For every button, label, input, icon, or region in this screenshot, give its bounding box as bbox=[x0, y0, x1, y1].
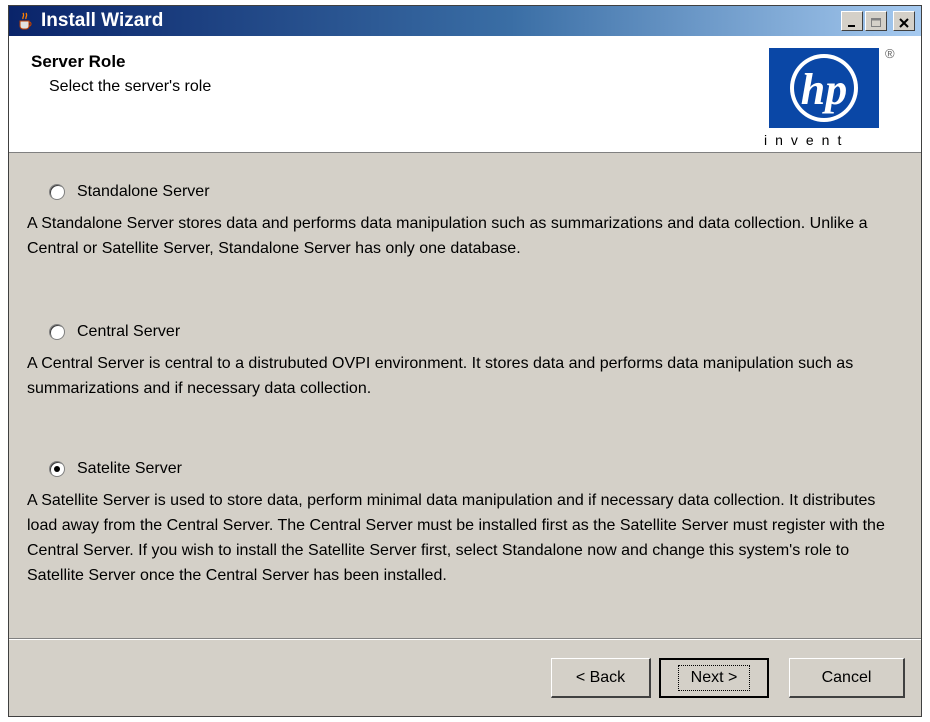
maximize-button[interactable] bbox=[865, 11, 887, 31]
footer-divider bbox=[9, 638, 921, 640]
hp-tagline: invent bbox=[764, 132, 850, 148]
install-wizard-window: Install Wizard Server Role Select the se… bbox=[8, 5, 922, 717]
close-button[interactable] bbox=[893, 11, 915, 31]
java-cup-icon bbox=[15, 11, 35, 31]
satellite-server-radio[interactable] bbox=[49, 461, 65, 477]
satellite-server-description: A Satellite Server is used to store data… bbox=[27, 492, 885, 584]
page-subtitle: Select the server's role bbox=[49, 78, 212, 95]
standalone-server-description: A Standalone Server stores data and perf… bbox=[27, 215, 868, 257]
standalone-server-option[interactable]: Standalone Server bbox=[49, 179, 210, 205]
satellite-server-option[interactable]: Satelite Server bbox=[49, 456, 182, 482]
title-bar[interactable]: Install Wizard bbox=[9, 6, 921, 36]
central-server-label: Central Server bbox=[77, 323, 181, 340]
server-role-options: Standalone Server A Standalone Server st… bbox=[9, 153, 921, 638]
hp-logo: hp bbox=[769, 48, 879, 128]
wizard-header: Server Role Select the server's role hp … bbox=[9, 36, 921, 153]
minimize-icon bbox=[848, 24, 855, 27]
cancel-button[interactable]: Cancel bbox=[789, 658, 905, 698]
central-server-option[interactable]: Central Server bbox=[49, 319, 180, 345]
back-button[interactable]: < Back bbox=[551, 658, 651, 698]
next-button-label: Next > bbox=[677, 665, 751, 691]
window-title: Install Wizard bbox=[41, 10, 164, 31]
registered-mark: ® bbox=[885, 46, 895, 61]
central-server-description: A Central Server is central to a distrub… bbox=[27, 355, 854, 397]
hp-logo-mark: hp bbox=[801, 65, 847, 114]
minimize-button[interactable] bbox=[841, 11, 863, 31]
maximize-icon bbox=[871, 17, 881, 27]
standalone-server-label: Standalone Server bbox=[77, 183, 210, 200]
close-icon bbox=[899, 17, 909, 28]
page-title: Server Role bbox=[31, 52, 126, 71]
hp-logo-icon: hp bbox=[769, 48, 879, 128]
next-button[interactable]: Next > bbox=[659, 658, 769, 698]
central-server-radio[interactable] bbox=[49, 324, 65, 340]
standalone-server-radio[interactable] bbox=[49, 184, 65, 200]
satellite-server-label: Satelite Server bbox=[77, 460, 182, 477]
